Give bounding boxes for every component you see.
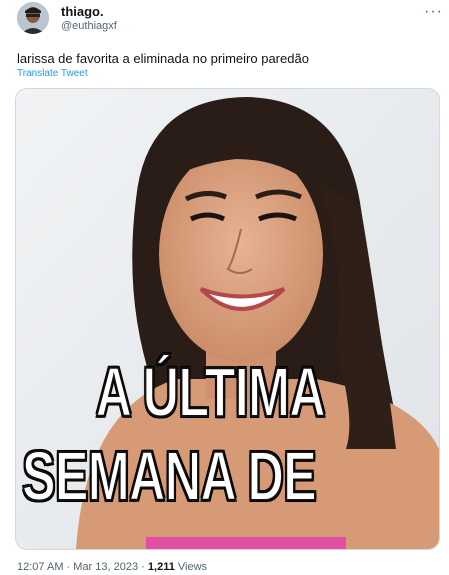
tweet-media-image[interactable]: A ÚLTIMA SEMANA DE — [15, 88, 440, 550]
meme-caption-line2: SEMANA DE — [21, 437, 317, 515]
avatar[interactable] — [17, 2, 49, 34]
views-count: 1,211 — [147, 561, 175, 573]
tweet-text: larissa de favorita a eliminada no prime… — [17, 51, 309, 66]
views-label: Views — [177, 561, 208, 573]
display-name[interactable]: thiago. — [61, 4, 104, 19]
avatar-image — [17, 2, 49, 34]
tweet-card: thiago. @euthiagxf ··· larissa de favori… — [0, 0, 449, 575]
separator-dot: · — [66, 561, 71, 573]
tweet-time[interactable]: 12:07 AM — [17, 561, 63, 573]
tweet-metadata: 12:07 AM · Mar 13, 2023 · 1,211 Views — [17, 561, 207, 573]
meme-caption-line1: A ÚLTIMA — [95, 353, 327, 431]
more-horizontal-icon[interactable]: ··· — [424, 3, 443, 21]
tweet-date[interactable]: Mar 13, 2023 — [73, 561, 138, 573]
user-handle[interactable]: @euthiagxf — [61, 20, 117, 32]
translate-tweet-link[interactable]: Translate Tweet — [17, 68, 88, 79]
separator-dot: · — [141, 561, 145, 573]
